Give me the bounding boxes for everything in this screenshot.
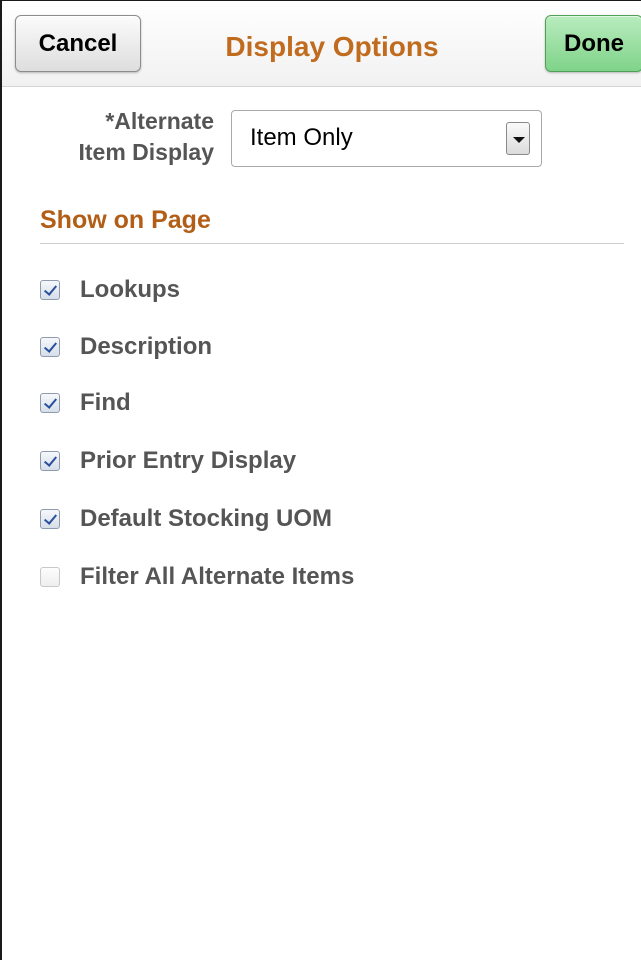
checkbox-icon[interactable] (40, 509, 60, 529)
option-label: Default Stocking UOM (80, 505, 333, 532)
option-prior-entry-display[interactable]: Prior Entry Display (40, 443, 296, 479)
option-lookups[interactable]: Lookups (40, 272, 180, 308)
option-label: Find (80, 389, 131, 416)
option-label: Prior Entry Display (80, 447, 297, 474)
checkbox-icon[interactable] (40, 451, 60, 471)
display-options-dialog: Cancel Display Options Done *Alternate I… (0, 0, 641, 960)
done-button[interactable]: Done (545, 15, 641, 72)
label-line-1: *Alternate (105, 108, 214, 134)
option-label: Description (80, 333, 213, 360)
option-label: Filter All Alternate Items (80, 563, 355, 590)
cancel-button[interactable]: Cancel (15, 15, 141, 72)
checkbox-icon[interactable] (40, 337, 60, 357)
checkbox-icon[interactable] (40, 280, 60, 300)
checkbox-icon[interactable] (40, 567, 60, 587)
option-description[interactable]: Description (40, 329, 212, 365)
caret-down-icon[interactable] (506, 122, 530, 155)
option-find[interactable]: Find (40, 385, 131, 421)
label-line-2: Item Display (78, 139, 215, 165)
option-label: Lookups (80, 276, 180, 303)
option-filter-all-alternate-items[interactable]: Filter All Alternate Items (40, 559, 354, 595)
section-divider (40, 243, 624, 244)
dialog-header: Cancel Display Options Done (2, 1, 641, 87)
alternate-item-display-select[interactable]: Item Only (231, 110, 542, 167)
alternate-item-display-label: *Alternate Item Display (32, 106, 215, 168)
select-value: Item Only (250, 124, 353, 151)
section-title-show-on-page: Show on Page (40, 206, 211, 234)
checkbox-icon[interactable] (40, 393, 60, 413)
dialog-title: Display Options (225, 31, 439, 62)
option-default-stocking-uom[interactable]: Default Stocking UOM (40, 501, 332, 537)
